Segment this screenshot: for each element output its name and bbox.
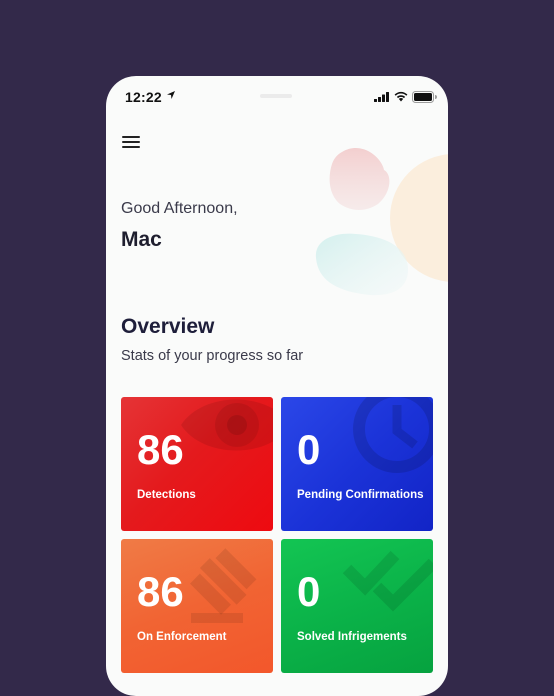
overview-subtitle: Stats of your progress so far — [121, 348, 304, 364]
wifi-icon — [394, 91, 408, 102]
card-label: On Enforcement — [137, 631, 227, 643]
battery-icon — [412, 91, 437, 103]
card-label: Pending Confirmations — [297, 489, 424, 501]
card-value: 0 — [297, 426, 321, 473]
double-check-icon — [342, 550, 433, 612]
status-time: 12:22 — [125, 89, 162, 105]
clock-icon — [353, 397, 433, 473]
greeting-text: Good Afternoon, — [121, 200, 238, 217]
eye-icon — [181, 399, 273, 451]
solved-infringements-card[interactable]: 0 Solved Infrigements — [281, 539, 433, 673]
card-value: 86 — [137, 426, 184, 473]
card-label: Solved Infrigements — [297, 631, 407, 643]
location-arrow-icon — [167, 91, 175, 99]
card-label: Detections — [137, 489, 196, 501]
user-name: Mac — [121, 228, 162, 251]
speaker-notch — [260, 94, 292, 98]
phone-screen: 12:22 Good Afternoon, Mac Overview Stats… — [106, 76, 448, 696]
status-bar: 12:22 — [106, 76, 448, 118]
on-enforcement-card[interactable]: 86 On Enforcement — [121, 539, 273, 673]
hamburger-menu-icon[interactable] — [122, 134, 142, 150]
cellular-signal-icon — [374, 92, 389, 102]
detections-card[interactable]: 86 Detections — [121, 397, 273, 531]
card-value: 86 — [137, 568, 184, 615]
pending-confirmations-card[interactable]: 0 Pending Confirmations — [281, 397, 433, 531]
overview-title: Overview — [121, 315, 215, 338]
decorative-blobs — [315, 148, 448, 296]
gavel-icon — [189, 548, 257, 623]
card-value: 0 — [297, 568, 321, 615]
